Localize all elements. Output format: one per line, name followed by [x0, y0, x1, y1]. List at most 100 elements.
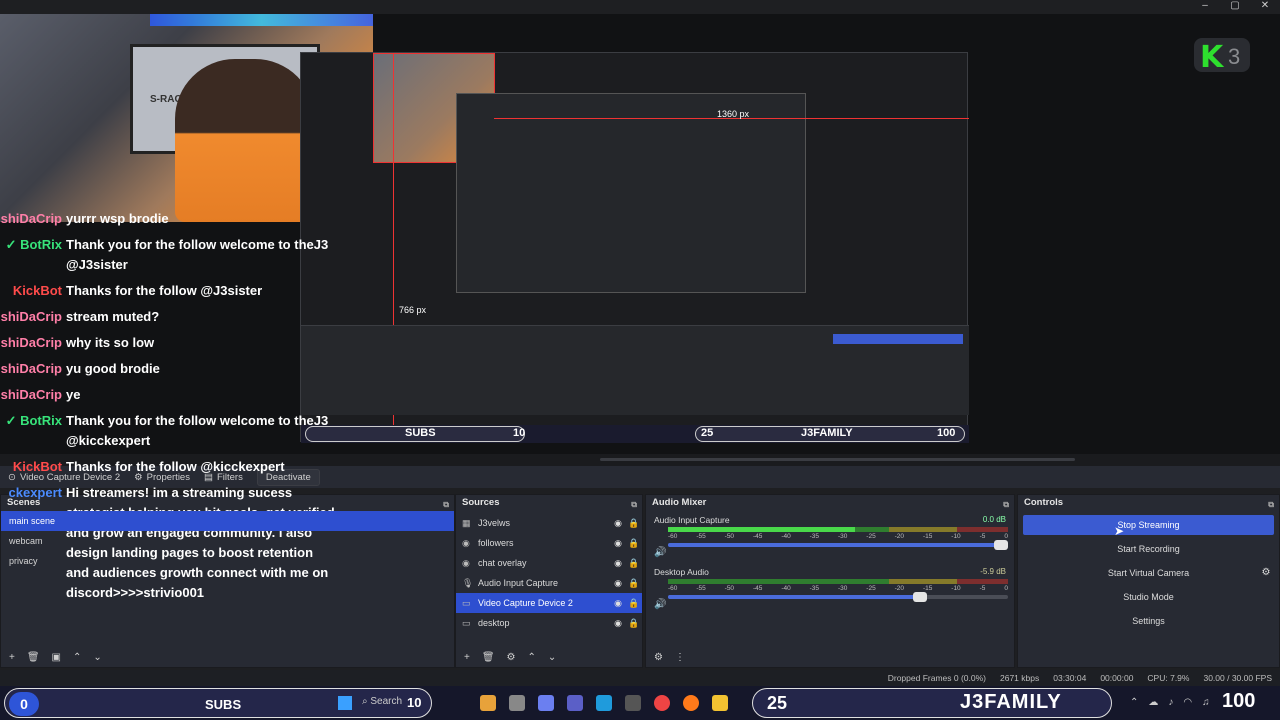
- nested-preview: 1360 px 766 px SUBS 10 25 J3FAMILY 100: [300, 52, 969, 443]
- start-virtual-camera-button[interactable]: Start Virtual Camera ⚙: [1023, 563, 1274, 583]
- float-dock-icon[interactable]: ⧉: [1268, 497, 1274, 513]
- windows-start-icon[interactable]: [338, 696, 352, 710]
- filter-icon[interactable]: ▣: [52, 652, 61, 663]
- volume-slider[interactable]: [668, 592, 1008, 602]
- studio-mode-button[interactable]: Studio Mode: [1023, 587, 1274, 607]
- chevron-down-icon[interactable]: ⌄: [548, 652, 556, 663]
- streamer: [175, 59, 315, 222]
- trash-icon[interactable]: 🗑: [27, 652, 40, 663]
- nested-100: 100: [937, 427, 956, 439]
- edge-icon[interactable]: [596, 695, 612, 711]
- source-label: desktop: [478, 618, 510, 628]
- chat-message: shiDaCrip yurrr wsp brodie: [0, 206, 390, 232]
- source-item[interactable]: 🎙 Audio Input Capture ◉ 🔒: [456, 573, 642, 593]
- maximize-button[interactable]: ▢: [1220, 0, 1250, 14]
- settings-button[interactable]: Settings: [1023, 611, 1274, 631]
- meter-tick: -55: [696, 585, 706, 592]
- meter-tick: -50: [724, 585, 735, 592]
- chevron-up-icon[interactable]: ⌃: [528, 652, 536, 663]
- mixer-channels: Audio Input Capture 0.0 dB -60 -55 -50 -45 -40…: [646, 511, 1014, 615]
- meter-level: [668, 527, 855, 532]
- app-icon[interactable]: [509, 695, 525, 711]
- source-item[interactable]: ◉ followers ◉ 🔒: [456, 533, 642, 553]
- scene-item[interactable]: main scene: [1, 511, 454, 531]
- mic-icon[interactable]: ♪: [1168, 697, 1173, 708]
- app-icon[interactable]: [538, 695, 554, 711]
- chat-text: Thank you for the follow welcome to theJ…: [66, 413, 329, 448]
- scene-list: main scene webcam privacy: [1, 511, 454, 571]
- cloud-icon[interactable]: ☁: [1148, 697, 1158, 708]
- volume-knob[interactable]: [912, 592, 927, 602]
- app-icon[interactable]: [480, 695, 496, 711]
- sources-title: Sources ⧉: [456, 495, 642, 511]
- eye-icon[interactable]: ◉: [610, 538, 626, 549]
- teams-icon[interactable]: [567, 695, 583, 711]
- lock-icon[interactable]: 🔒: [626, 618, 642, 629]
- lock-icon[interactable]: 🔒: [626, 598, 642, 609]
- source-item[interactable]: ▦ J3velws ◉ 🔒: [456, 513, 642, 533]
- lock-icon[interactable]: 🔒: [626, 578, 642, 589]
- sources-dock: Sources ⧉ ▦ J3velws ◉ 🔒 ◉ followers ◉ 🔒 ◉ chat ove…: [455, 494, 643, 668]
- wifi-icon[interactable]: ◠: [1183, 697, 1192, 708]
- preview-scrollbar[interactable]: [600, 458, 1075, 461]
- lock-icon[interactable]: 🔒: [626, 558, 642, 569]
- chevron-up-icon[interactable]: ⌃: [73, 652, 81, 663]
- gear-icon[interactable]: ⚙: [1256, 563, 1276, 583]
- chevron-up-icon[interactable]: ⌃: [1130, 697, 1138, 708]
- volume-icon[interactable]: ♫: [1202, 697, 1210, 708]
- chat-message: ✓ BotRix Thank you for the follow welcome…: [0, 408, 390, 454]
- chat-text: ye: [66, 387, 81, 402]
- eye-icon[interactable]: ◉: [610, 558, 626, 569]
- volume-slider[interactable]: [668, 540, 1009, 550]
- nested-ten: 10: [513, 427, 526, 439]
- subs-goal: 10: [407, 695, 422, 710]
- more-icon[interactable]: ⋮: [675, 652, 685, 663]
- float-dock-icon[interactable]: ⧉: [631, 497, 637, 513]
- eye-icon[interactable]: ◉: [610, 518, 626, 529]
- chevron-down-icon[interactable]: ⌄: [93, 652, 101, 663]
- nested-family: J3FAMILY: [801, 427, 853, 439]
- firefox-icon[interactable]: [683, 695, 699, 711]
- start-virtual-camera-label: Start Virtual Camera: [1107, 568, 1190, 578]
- start-recording-button[interactable]: Start Recording: [1023, 539, 1274, 559]
- taskbar-search[interactable]: ⌕ Search: [362, 696, 402, 707]
- add-icon[interactable]: +: [464, 652, 470, 663]
- chrome-icon[interactable]: [654, 695, 670, 711]
- meter-tick: -60: [668, 533, 678, 540]
- chat-message: ✓ BotRix Thank you for the follow welcome…: [0, 232, 390, 278]
- chat-username: shiDaCrip: [0, 387, 62, 402]
- mixer-channel: Desktop Audio -5.9 dB -60 -55 -50 -45 -40 -35 -3…: [646, 563, 1014, 615]
- meter-tick: -5: [979, 533, 986, 540]
- mixer-title: Audio Mixer ⧉: [646, 495, 1014, 511]
- window-controls: – ▢ ✕: [1190, 0, 1280, 14]
- eye-icon[interactable]: ◉: [610, 598, 626, 609]
- volume-knob[interactable]: [994, 540, 1009, 550]
- meter-tick: -50: [724, 533, 735, 540]
- lock-icon[interactable]: 🔒: [626, 538, 642, 549]
- add-icon[interactable]: +: [9, 652, 15, 663]
- stop-streaming-button[interactable]: Stop Streaming: [1023, 515, 1274, 535]
- volume-meter: [668, 527, 1008, 532]
- scene-item[interactable]: privacy: [1, 551, 454, 571]
- eye-icon[interactable]: ◉: [610, 578, 626, 589]
- source-item[interactable]: ▭ desktop ◉ 🔒: [456, 613, 642, 633]
- source-item[interactable]: ◉ chat overlay ◉ 🔒: [456, 553, 642, 573]
- controls-title: Controls ⧉: [1018, 495, 1279, 511]
- search-label: Search: [370, 696, 403, 707]
- eye-icon[interactable]: ◉: [610, 618, 626, 629]
- lock-icon[interactable]: 🔒: [626, 518, 642, 529]
- minimize-button[interactable]: –: [1190, 0, 1220, 14]
- gear-icon[interactable]: ⚙: [507, 652, 516, 663]
- family-goal: 100: [1222, 690, 1256, 712]
- folder-icon[interactable]: [712, 695, 728, 711]
- cpu-usage: CPU: 7.9%: [1147, 673, 1190, 683]
- gear-icon[interactable]: ⚙: [654, 652, 663, 663]
- scene-item[interactable]: webcam: [1, 531, 454, 551]
- speaker-icon[interactable]: 🔊: [654, 547, 666, 558]
- speaker-icon[interactable]: 🔊: [654, 599, 666, 610]
- system-tray: ⌃ ☁ ♪ ◠ ♫: [1130, 697, 1210, 708]
- store-icon[interactable]: [625, 695, 641, 711]
- close-button[interactable]: ✕: [1250, 0, 1280, 14]
- trash-icon[interactable]: 🗑: [482, 652, 495, 663]
- source-item[interactable]: ▭ Video Capture Device 2 ◉ 🔒: [456, 593, 642, 613]
